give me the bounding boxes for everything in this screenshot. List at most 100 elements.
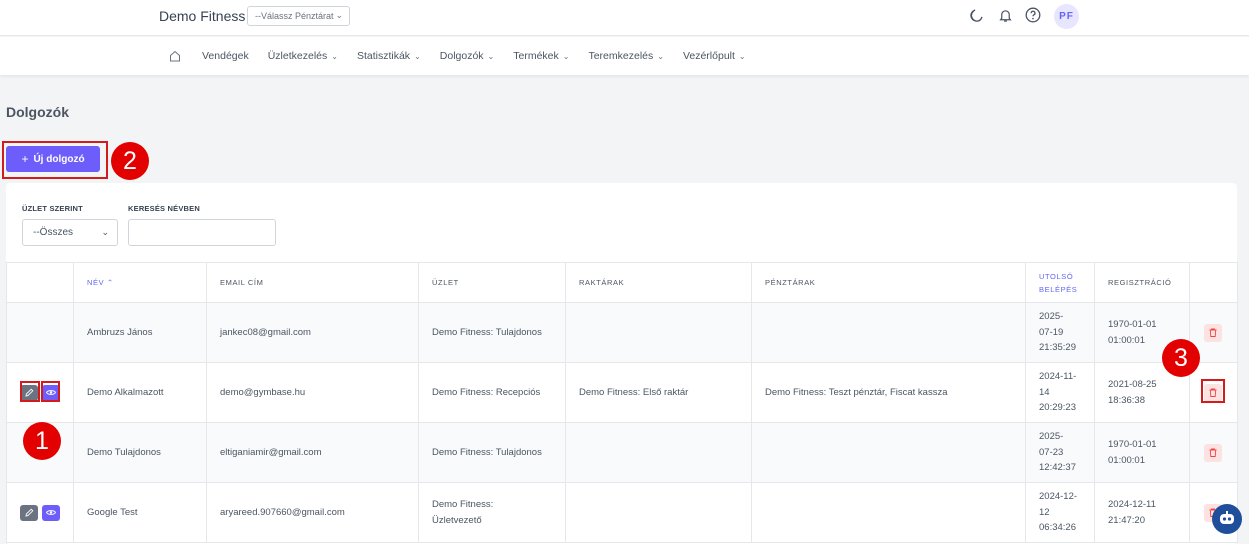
- date-part: 1970-01-01: [1108, 439, 1157, 450]
- cell-last-login: 2024-11- 14 20:29:23: [1025, 362, 1095, 423]
- chevron-down-icon: ⌄: [657, 52, 664, 61]
- row-actions-cell: [6, 302, 74, 363]
- delete-button[interactable]: [1204, 323, 1222, 342]
- time-part: 06:34:26: [1039, 522, 1076, 534]
- column-header-email[interactable]: EMAIL CÍM: [206, 262, 419, 303]
- cell-warehouses: Demo Fitness: Első raktár: [565, 362, 752, 423]
- bell-icon[interactable]: [997, 7, 1013, 23]
- search-filter-label: KERESÉS NÉVBEN: [128, 204, 200, 213]
- nav-item-label: Termékek: [513, 50, 559, 62]
- date-part: 2024-12-: [1039, 491, 1078, 503]
- nav-item-vezerlopult[interactable]: Vezérlőpult ⌄: [683, 50, 746, 62]
- time-part: 01:00:01: [1108, 334, 1145, 346]
- cell-store: Demo Fitness: Recepciós: [418, 362, 566, 423]
- top-bar: Demo Fitness --Válassz Pénztárat ⌄ PF: [0, 0, 1249, 36]
- date-part: 1970-01-01: [1108, 319, 1157, 330]
- nav-item-vendegek[interactable]: Vendégek: [202, 50, 249, 62]
- row-actions-cell: [6, 362, 74, 423]
- main-nav: Vendégek Üzletkezelés ⌄ Statisztikák ⌄ Dol…: [0, 37, 1249, 75]
- annotation-badge-2: 2: [111, 142, 149, 180]
- cell-registers: Demo Fitness: Teszt pénztár, Fiscat kass…: [751, 362, 1026, 423]
- date-part: 2025-: [1039, 311, 1064, 323]
- nav-item-termekek[interactable]: Termékek ⌄: [513, 50, 569, 62]
- cell-email: aryareed.907660@gmail.com: [206, 482, 419, 543]
- column-header-store[interactable]: ÜZLET: [418, 262, 566, 303]
- table-header-row: NÉV ⌃ EMAIL CÍM ÜZLET RAKTÁRAK PÉNZTÁRAK…: [6, 262, 1238, 303]
- row-actions-cell: [6, 482, 74, 543]
- trash-icon: [1209, 328, 1217, 337]
- column-header-registered[interactable]: REGISZTRÁCIÓ: [1094, 262, 1190, 303]
- store-filter-label: ÜZLET SZERINT: [22, 204, 83, 213]
- chevron-down-icon: ⌄: [335, 10, 343, 20]
- cell-warehouses: [565, 482, 752, 543]
- employees-card: ÜZLET SZERINT KERESÉS NÉVBEN --Összes ⌄ …: [6, 183, 1238, 544]
- avatar[interactable]: PF: [1054, 4, 1079, 29]
- column-header-registers[interactable]: PÉNZTÁRAK: [751, 262, 1026, 303]
- annotation-badge-1: 1: [23, 422, 61, 460]
- table-row: Demo Tulajdonos eltiganiamir@gmail.com D…: [6, 422, 1238, 483]
- date-part: 07-23: [1039, 446, 1064, 458]
- annotation-highlight-1a: [20, 381, 40, 402]
- cell-store: Demo Fitness: Üzletvezető: [418, 482, 566, 543]
- date-part: 14: [1039, 386, 1050, 398]
- chevron-down-icon: ⌄: [562, 52, 570, 61]
- cell-registers: [751, 482, 1026, 543]
- brand-title[interactable]: Demo Fitness: [159, 8, 245, 24]
- date-part: 07-19: [1039, 326, 1064, 338]
- time-part: 18:36:38: [1108, 394, 1145, 406]
- cell-last-login: 2025- 07-19 21:35:29: [1025, 302, 1095, 363]
- chevron-down-icon: ⌄: [331, 52, 338, 61]
- column-header-actions: [6, 262, 74, 303]
- cell-store: Demo Fitness: Tulajdonos: [418, 422, 566, 483]
- edit-button[interactable]: [20, 504, 38, 521]
- support-chat-button[interactable]: [1212, 504, 1242, 534]
- moon-icon[interactable]: [968, 7, 984, 23]
- chevron-down-icon: ⌄: [487, 52, 495, 61]
- nav-item-statisztikak[interactable]: Statisztikák ⌄: [357, 50, 421, 62]
- chevron-down-icon: ⌄: [101, 227, 109, 237]
- annotation-highlight-2: [2, 141, 108, 179]
- cell-warehouses: [565, 302, 752, 363]
- employees-table: NÉV ⌃ EMAIL CÍM ÜZLET RAKTÁRAK PÉNZTÁRAK…: [6, 262, 1238, 543]
- register-select-value: --Válassz Pénztárat: [255, 11, 334, 21]
- name-search-input[interactable]: [128, 219, 276, 246]
- sort-asc-icon: ⌃: [106, 278, 114, 287]
- nav-item-dolgozok[interactable]: Dolgozók ⌄: [440, 50, 494, 62]
- cell-registers: [751, 422, 1026, 483]
- chevron-down-icon: ⌄: [738, 52, 746, 61]
- cell-email: demo@gymbase.hu: [206, 362, 419, 423]
- register-select[interactable]: --Válassz Pénztárat ⌄: [247, 6, 350, 26]
- cell-last-login: 2024-12- 12 06:34:26: [1025, 482, 1095, 543]
- cell-name: Google Test: [73, 482, 207, 543]
- column-header-label: NÉV: [87, 278, 105, 287]
- nav-item-uzletkezeles[interactable]: Üzletkezelés ⌄: [268, 50, 338, 62]
- nav-item-label: Dolgozók: [439, 50, 484, 62]
- table-row: Ambruzs János jankec08@gmail.com Demo Fi…: [6, 302, 1238, 363]
- date-part: 2021-08-25: [1108, 379, 1157, 390]
- column-header-name[interactable]: NÉV ⌃: [73, 262, 207, 303]
- annotation-highlight-1b: [41, 381, 60, 402]
- column-header-last-login[interactable]: UTOLSÓ BELÉPÉS: [1025, 262, 1095, 303]
- column-header-warehouses[interactable]: RAKTÁRAK: [565, 262, 752, 303]
- time-part: 01:00:01: [1108, 454, 1145, 466]
- cell-email: eltiganiamir@gmail.com: [206, 422, 419, 483]
- page-title: Dolgozók: [6, 104, 69, 120]
- nav-item-label: Vezérlőpult: [682, 50, 735, 62]
- nav-item-teremkezeles[interactable]: Teremkezelés ⌄: [588, 50, 663, 62]
- time-part: 12:42:37: [1039, 462, 1076, 474]
- cell-delete: [1189, 422, 1238, 483]
- cell-registers: [751, 302, 1026, 363]
- store-filter-select[interactable]: --Összes ⌄: [22, 219, 118, 246]
- chevron-down-icon: ⌄: [414, 52, 421, 61]
- delete-button[interactable]: [1204, 443, 1222, 462]
- home-icon[interactable]: [169, 49, 181, 62]
- time-part: 21:47:20: [1108, 514, 1145, 526]
- help-icon[interactable]: [1025, 7, 1041, 23]
- cell-name: Demo Tulajdonos: [73, 422, 207, 483]
- annotation-badge-3: 3: [1162, 339, 1200, 377]
- nav-item-label: Statisztikák: [356, 50, 411, 62]
- view-button[interactable]: [42, 504, 60, 521]
- cell-email: jankec08@gmail.com: [206, 302, 419, 363]
- cell-name: Demo Alkalmazott: [73, 362, 207, 423]
- annotation-highlight-3: [1201, 379, 1225, 403]
